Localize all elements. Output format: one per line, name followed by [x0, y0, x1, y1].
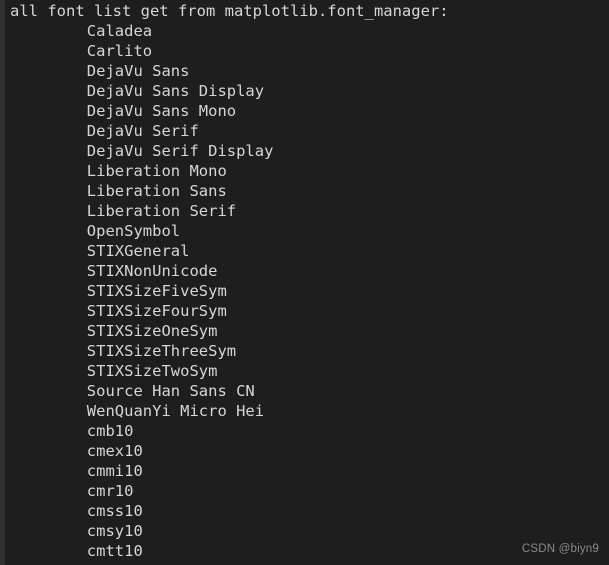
list-item: Liberation Sans — [5, 181, 609, 201]
list-item: Caladea — [5, 21, 609, 41]
font-name: STIXSizeThreeSym — [86, 342, 237, 360]
font-name-list: Caladea Carlito DejaVu Sans DejaVu Sans … — [5, 21, 609, 561]
list-item: cmr10 — [5, 481, 609, 501]
list-item: Carlito — [5, 41, 609, 61]
font-name: Caladea — [86, 22, 153, 40]
console-output-area[interactable]: all font list get from matplotlib.font_m… — [5, 0, 609, 565]
list-item: DejaVu Sans Display — [5, 81, 609, 101]
list-item: STIXSizeTwoSym — [5, 361, 609, 381]
font-name: DejaVu Serif — [86, 122, 199, 140]
font-name: cmr10 — [86, 482, 134, 500]
font-name: STIXNonUnicode — [86, 262, 218, 280]
list-item: OpenSymbol — [5, 221, 609, 241]
font-name: DejaVu Serif Display — [86, 142, 274, 160]
list-item: cmmi10 — [5, 461, 609, 481]
list-item: STIXNonUnicode — [5, 261, 609, 281]
list-item: cmb10 — [5, 421, 609, 441]
font-name: Carlito — [86, 42, 153, 60]
list-item: STIXSizeFourSym — [5, 301, 609, 321]
list-item: Liberation Serif — [5, 201, 609, 221]
font-name: DejaVu Sans Mono — [86, 102, 237, 120]
list-item: DejaVu Serif — [5, 121, 609, 141]
csdn-watermark: CSDN @biyn9 — [521, 543, 599, 555]
list-item: cmsy10 — [5, 521, 609, 541]
terminal-window: all font list get from matplotlib.font_m… — [0, 0, 609, 565]
list-item: DejaVu Serif Display — [5, 141, 609, 161]
clipped-previous-output-line — [10, 0, 609, 2]
list-item: STIXSizeFiveSym — [5, 281, 609, 301]
font-name: STIXSizeTwoSym — [86, 362, 218, 380]
font-name: Liberation Serif — [86, 202, 237, 220]
font-name: STIXSizeOneSym — [86, 322, 218, 340]
font-name: STIXSizeFourSym — [86, 302, 227, 320]
list-item: cmss10 — [5, 501, 609, 521]
list-item: Liberation Mono — [5, 161, 609, 181]
font-name: Liberation Sans — [86, 182, 227, 200]
list-item: Source Han Sans CN — [5, 381, 609, 401]
font-name: Source Han Sans CN — [86, 382, 255, 400]
font-name: cmss10 — [86, 502, 143, 520]
list-item: STIXSizeThreeSym — [5, 341, 609, 361]
output-header-line: all font list get from matplotlib.font_m… — [10, 2, 449, 20]
font-name: DejaVu Sans — [86, 62, 190, 80]
font-name: OpenSymbol — [86, 222, 181, 240]
font-name: WenQuanYi Micro Hei — [86, 402, 265, 420]
font-name: STIXGeneral — [86, 242, 190, 260]
font-name: cmex10 — [86, 442, 143, 460]
font-name: Liberation Mono — [86, 162, 227, 180]
font-name: cmsy10 — [86, 522, 143, 540]
list-item: DejaVu Sans — [5, 61, 609, 81]
list-item: STIXGeneral — [5, 241, 609, 261]
font-name: cmb10 — [86, 422, 134, 440]
font-name: cmmi10 — [86, 462, 143, 480]
list-item: WenQuanYi Micro Hei — [5, 401, 609, 421]
font-name: cmtt10 — [86, 542, 143, 560]
list-item: cmtt10 — [5, 541, 609, 561]
list-item: DejaVu Sans Mono — [5, 101, 609, 121]
font-name: DejaVu Sans Display — [86, 82, 265, 100]
font-name: STIXSizeFiveSym — [86, 282, 227, 300]
list-item: STIXSizeOneSym — [5, 321, 609, 341]
list-item: cmex10 — [5, 441, 609, 461]
